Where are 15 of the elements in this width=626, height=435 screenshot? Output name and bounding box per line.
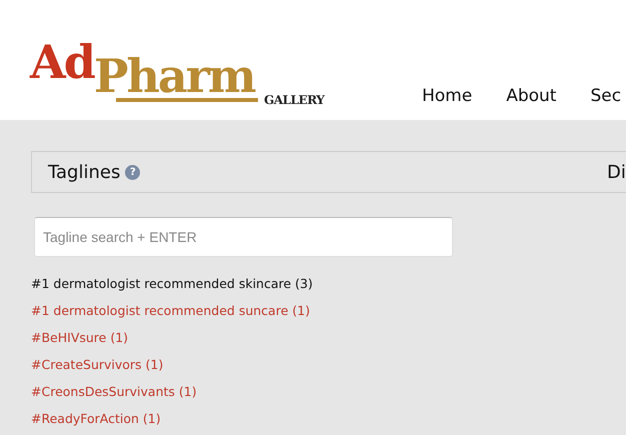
panel-title: Taglines [48,162,120,182]
tagline-link[interactable]: #CreonsDesSurvivants (1) [31,384,197,399]
nav-link[interactable]: About [506,86,556,106]
tagline-link[interactable]: #1 dermatologist recommended suncare (1) [31,303,310,318]
tagline-link[interactable]: #CreateSurvivors (1) [31,357,164,372]
search-field[interactable]: Tagline search + ENTER [34,217,453,257]
nav-link[interactable]: Home [422,86,472,106]
tagline-link[interactable]: #BeHIVsure (1) [31,330,128,345]
logo-text: Pharm [94,49,255,103]
column-heading: Di [607,162,626,182]
logo-subtitle: GALLERY [264,93,324,107]
help-icon[interactable]: ? [125,164,140,180]
nav-link[interactable]: Sec [590,86,622,106]
tagline-link[interactable]: #ReadyForAction (1) [31,411,161,426]
tagline-link[interactable]: #1 dermatologist recommended skincare (3) [31,276,313,291]
